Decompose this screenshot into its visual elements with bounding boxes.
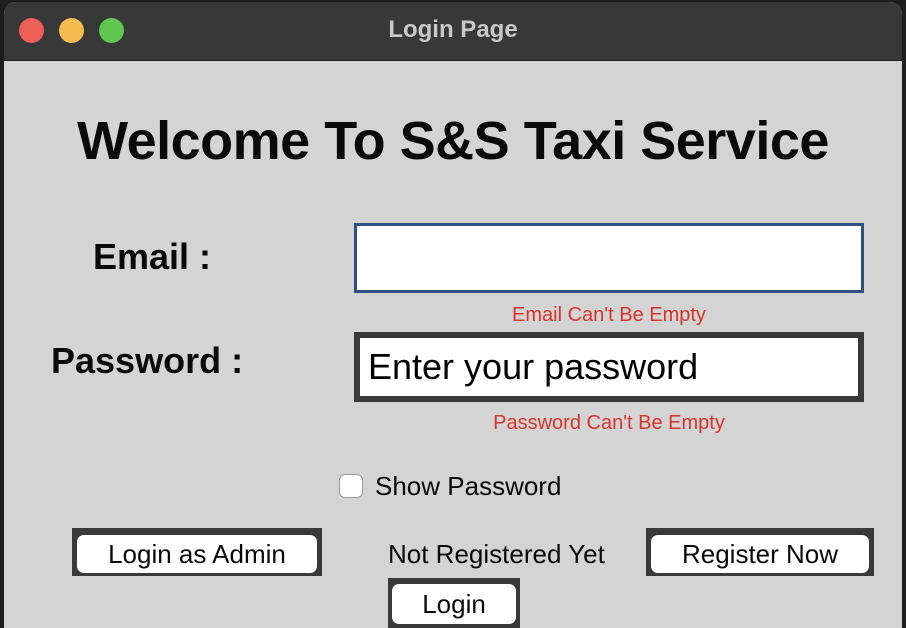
register-button-frame: Register Now xyxy=(646,528,874,576)
email-field[interactable] xyxy=(357,226,861,290)
show-password-checkbox[interactable] xyxy=(339,474,363,498)
page-heading: Welcome To S&S Taxi Service xyxy=(77,111,829,171)
login-button[interactable]: Login xyxy=(392,584,516,624)
window-title: Login Page xyxy=(388,16,518,43)
show-password-label: Show Password xyxy=(375,470,562,501)
email-field-frame xyxy=(354,223,864,293)
admin-login-button[interactable]: Login as Admin xyxy=(77,535,317,573)
password-label: Password : xyxy=(51,340,244,381)
email-label: Email : xyxy=(93,236,212,277)
password-field[interactable] xyxy=(360,338,858,396)
email-error-message: Email Can't Be Empty xyxy=(512,304,706,326)
not-registered-text: Not Registered Yet xyxy=(388,539,605,569)
register-button[interactable]: Register Now xyxy=(651,535,869,573)
app-window: Login Page Welcome To S&S Taxi Service E… xyxy=(4,2,902,628)
admin-login-button-frame: Login as Admin xyxy=(72,528,322,576)
password-error-message: Password Can't Be Empty xyxy=(493,412,725,434)
title-bar[interactable]: Login Page xyxy=(4,2,902,61)
login-button-frame: Login xyxy=(388,578,520,628)
password-field-frame xyxy=(354,332,864,402)
show-password-toggle[interactable]: Show Password xyxy=(339,471,561,501)
